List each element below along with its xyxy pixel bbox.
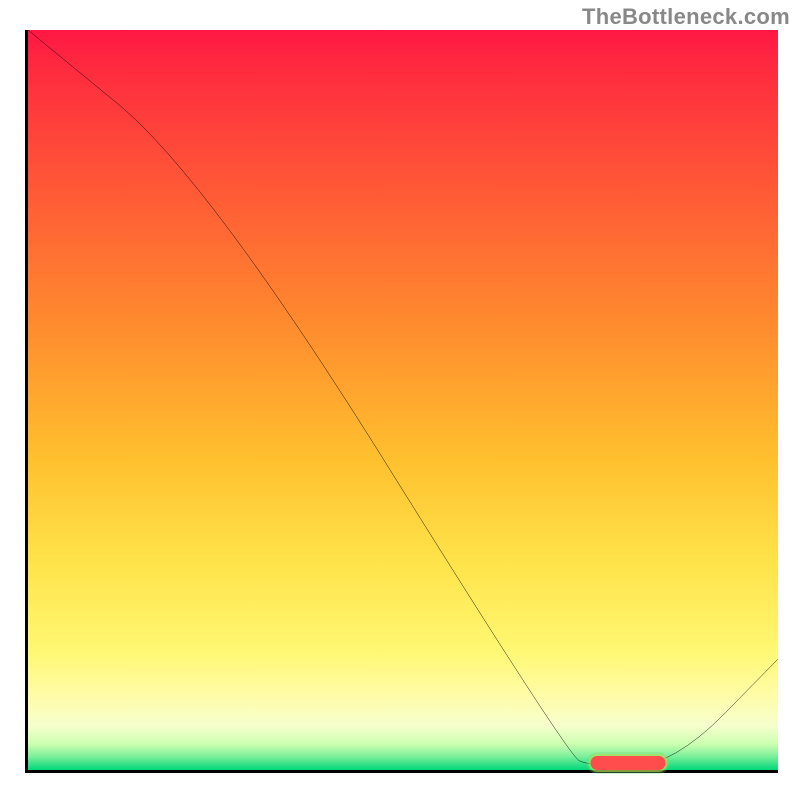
optimal-range-marker: [591, 756, 666, 770]
chart-canvas: [28, 30, 778, 770]
heat-background: [28, 30, 778, 770]
plot-area: [25, 30, 778, 773]
chart-frame: TheBottleneck.com: [0, 0, 800, 800]
watermark-text: TheBottleneck.com: [582, 4, 790, 30]
